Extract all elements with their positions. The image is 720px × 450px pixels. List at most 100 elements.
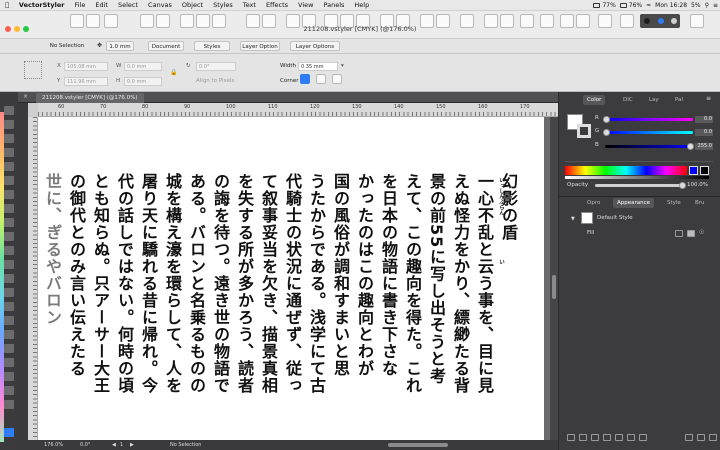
corner-bevel-icon[interactable] [332, 74, 342, 84]
rotation-level[interactable]: 0.0° [80, 442, 90, 448]
zoom-status[interactable]: 5% [691, 2, 701, 9]
slice-tool-icon[interactable] [4, 358, 14, 367]
r-slider[interactable] [605, 118, 693, 121]
select-tool-icon[interactable] [4, 106, 14, 115]
tab-appearance[interactable]: Appearance [613, 198, 655, 208]
symbol-tool-icon[interactable] [4, 316, 14, 325]
fill-color-icon[interactable] [687, 230, 695, 237]
tab-palettes[interactable]: Pal [671, 95, 687, 105]
text-column[interactable]: ある。バロンと名乗るものの [186, 173, 206, 394]
width-stepper-icon[interactable]: ▾ [341, 63, 344, 69]
stroke-width-field[interactable]: 1.0 mm [106, 41, 134, 51]
text-column[interactable]: えぬ怪力をかり、縹緲たる背 [450, 173, 470, 394]
text-tool-icon[interactable] [4, 204, 14, 213]
style-shadow-icon[interactable] [603, 434, 611, 441]
current-color-swatch[interactable] [689, 166, 698, 175]
corner-miter-icon[interactable] [300, 74, 310, 84]
r-value[interactable]: 0.0 [695, 116, 713, 123]
pencil-tool-icon[interactable] [4, 162, 14, 171]
text-column[interactable]: 一心不乱と云う事を、目に見 [474, 173, 494, 394]
tab-layers[interactable]: Lay [645, 95, 663, 105]
text-column[interactable]: 城を構え濠を環らして、人を [162, 173, 182, 394]
menu-styles[interactable]: Styles [208, 1, 238, 9]
text-column[interactable]: を失する所が多かろう、読者 [234, 173, 254, 394]
eyedropper-tool-icon[interactable] [4, 274, 14, 283]
canvas[interactable]: 幻影の盾 一心不乱と云う事を、目に見 えぬ怪力をかり、縹緲たる背 景の前55に写… [38, 117, 550, 440]
mode-dot-2[interactable] [658, 18, 664, 24]
panel-menu-icon[interactable]: ≡ [706, 95, 711, 102]
direct-select-tool-icon[interactable] [4, 120, 14, 129]
style-name[interactable]: Default Style [597, 215, 633, 221]
width-field[interactable]: 0.35 mm [298, 62, 338, 71]
menu-panels[interactable]: Panels [318, 1, 349, 9]
wifi-icon[interactable]: ≈ [646, 2, 651, 9]
layer-options-button[interactable]: Layer Options [290, 41, 340, 51]
g-slider-knob[interactable] [603, 129, 610, 136]
menu-edit[interactable]: Edit [90, 1, 113, 9]
close-tab-icon[interactable]: × [23, 93, 28, 100]
prev-page-icon[interactable]: ◀ [112, 442, 116, 448]
lock-icon[interactable]: 🔒 [170, 69, 177, 76]
text-column[interactable]: て叙事妥当を欠き、描景真相 [258, 173, 278, 394]
tab-opro[interactable]: Opro [583, 198, 604, 208]
layer-option-button[interactable]: Layer Option [240, 41, 280, 51]
vertical-ruler[interactable] [28, 117, 38, 440]
w-field[interactable]: 0.0 mm [124, 62, 162, 71]
text-column[interactable]: かったのはこの趣向とわが [354, 173, 374, 377]
pen-tool-icon[interactable] [4, 148, 14, 157]
measure-tool-icon[interactable] [4, 330, 14, 339]
camera-icon[interactable] [627, 434, 635, 441]
visibility-eye-icon[interactable]: ☉ [699, 229, 704, 236]
text-column[interactable]: 屠り天に驕れる昔に帰れ。今 [138, 173, 158, 394]
artboard-tool-icon[interactable] [4, 344, 14, 353]
b-slider-knob[interactable] [687, 143, 694, 150]
horizontal-scroll-thumb[interactable] [388, 443, 448, 447]
menu-file[interactable]: File [70, 1, 91, 9]
opacity-value[interactable]: 100.0% [687, 182, 708, 188]
menu-extras-icon[interactable]: ≡ [713, 2, 718, 9]
tint-strip[interactable] [565, 176, 709, 179]
b-slider[interactable] [605, 145, 693, 148]
scissors-tool-icon[interactable] [4, 232, 14, 241]
refresh-icon[interactable] [685, 434, 693, 441]
hand-tool-icon[interactable] [4, 372, 14, 381]
b-value[interactable]: 255.0 [695, 143, 713, 150]
ruler-corner[interactable] [28, 103, 38, 117]
duplicate-icon[interactable] [639, 434, 647, 441]
warp-tool-icon[interactable] [4, 302, 14, 311]
app-menu[interactable]: VectorStyler [14, 1, 70, 9]
add-fill-icon[interactable] [567, 434, 575, 441]
text-column[interactable]: を日本の物語に書き下さな [378, 173, 398, 377]
fill-swatch-icon[interactable] [675, 230, 683, 237]
align-to-pixels[interactable]: Align to Pixels [196, 78, 234, 84]
menu-text[interactable]: Text [238, 1, 261, 9]
node-tool-icon[interactable] [4, 134, 14, 143]
opacity-knob[interactable] [679, 182, 686, 189]
clock[interactable]: Mon 16:28 [655, 2, 687, 9]
color-spectrum[interactable] [565, 166, 687, 175]
artboard-page[interactable]: 幻影の盾 一心不乱と云う事を、目に見 えぬ怪力をかり、縹緲たる背 景の前55に写… [38, 117, 544, 440]
corner-round-icon[interactable] [316, 74, 326, 84]
cpu-status[interactable]: 77% [593, 2, 616, 9]
add-stroke-icon[interactable] [579, 434, 587, 441]
text-column[interactable]: の誨を待つ。遠き世の物語で [210, 173, 230, 394]
fill-row-label[interactable]: Fill [587, 230, 594, 236]
text-column[interactable]: 代騎士の状況に通ぜず、従っ [282, 173, 302, 394]
tab-color[interactable]: Color [583, 95, 606, 105]
text-column[interactable]: うたからである。浅学にて古 [306, 173, 326, 394]
tab-style[interactable]: Style [663, 198, 685, 208]
text-column[interactable]: とも知らぬ。只アーサー大王 [90, 173, 110, 394]
angle-field[interactable]: 0.0° [196, 62, 236, 71]
r-slider-knob[interactable] [603, 116, 610, 123]
black-swatch[interactable] [700, 166, 709, 175]
expand-chevron-icon[interactable]: ▼ [571, 216, 575, 222]
menu-select[interactable]: Select [113, 1, 143, 9]
text-column[interactable]: えて、この趣向を得た。これ [402, 173, 422, 394]
eraser-tool-icon[interactable] [4, 218, 14, 227]
horizontal-ruler[interactable]: 60 70 80 90 100 110 120 130 140 150 160 … [38, 103, 558, 117]
menu-canvas[interactable]: Canvas [143, 1, 177, 9]
active-tool-icon[interactable] [4, 428, 14, 437]
mode-dot-3[interactable] [671, 18, 677, 24]
search-icon[interactable]: ⚲ [705, 2, 709, 9]
vertical-scroll-thumb[interactable] [552, 275, 556, 299]
